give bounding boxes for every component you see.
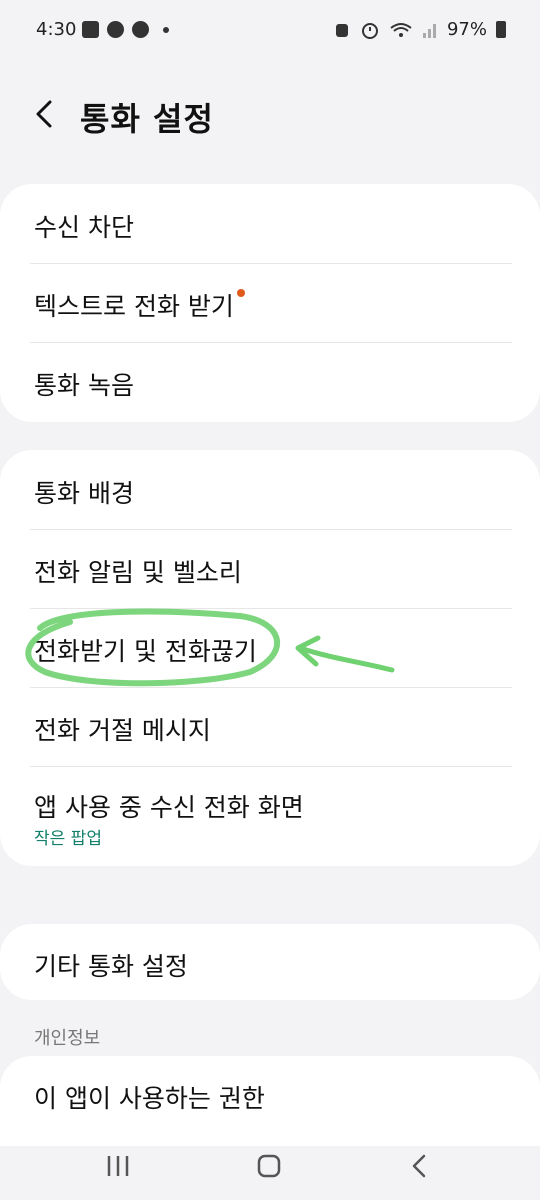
green-circle-annotation bbox=[25, 608, 280, 687]
recents-icon[interactable] bbox=[98, 1146, 138, 1186]
home-icon[interactable] bbox=[249, 1146, 289, 1186]
green-arrow-annotation bbox=[295, 635, 395, 673]
back-icon[interactable] bbox=[400, 1146, 440, 1186]
annotation-overlay bbox=[25, 608, 395, 687]
navigation-bar bbox=[0, 1132, 540, 1200]
